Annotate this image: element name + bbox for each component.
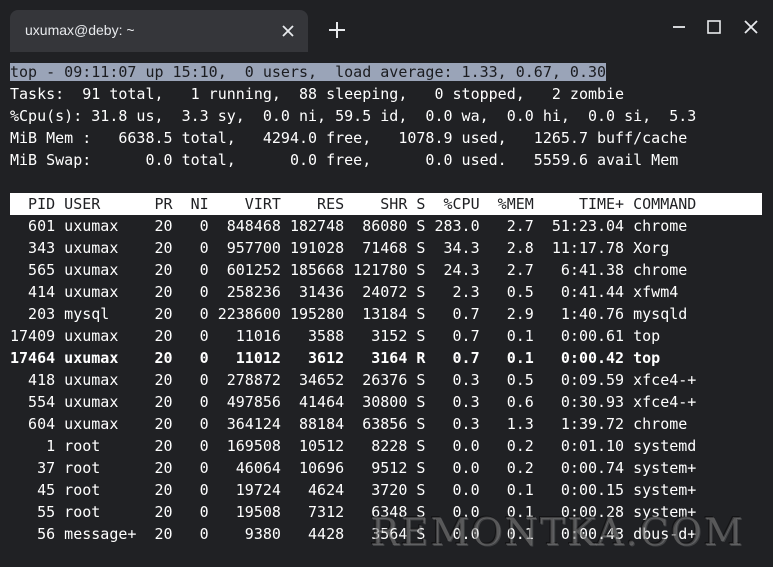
title-bar: uxumax@deby: ~ [0, 0, 773, 52]
table-row: 343 uxumax 20 0 957700 191028 71468 S 34… [10, 239, 670, 257]
table-row-current: 17464 uxumax 20 0 11012 3612 3164 R 0.7 … [10, 349, 661, 367]
summary-mem-line: MiB Mem : 6638.5 total, 4294.0 free, 107… [10, 129, 688, 147]
table-row: 418 uxumax 20 0 278872 34652 26376 S 0.3… [10, 371, 697, 389]
new-tab-button[interactable] [325, 18, 349, 42]
tab-close-icon[interactable] [278, 21, 298, 41]
table-row: 203 mysql 20 0 2238600 195280 13184 S 0.… [10, 305, 688, 323]
summary-swap-line: MiB Swap: 0.0 total, 0.0 free, 0.0 used.… [10, 151, 679, 169]
table-row: 554 uxumax 20 0 497856 41464 30800 S 0.3… [10, 393, 697, 411]
table-row: 56 message+ 20 0 9380 4428 3564 S 0.0 0.… [10, 525, 697, 543]
terminal-area[interactable]: top - 09:11:07 up 15:10, 0 users, load a… [0, 52, 773, 567]
minimize-icon[interactable] [665, 13, 693, 41]
summary-uptime-line: top - 09:11:07 up 15:10, 0 users, load a… [10, 61, 607, 83]
table-row: 17409 uxumax 20 0 11016 3588 3152 S 0.7 … [10, 327, 661, 345]
table-row: 565 uxumax 20 0 601252 185668 121780 S 2… [10, 261, 688, 279]
summary-tasks-line: Tasks: 91 total, 1 running, 88 sleeping,… [10, 85, 625, 103]
terminal-tab[interactable]: uxumax@deby: ~ [10, 10, 308, 52]
table-row: 1 root 20 0 169508 10512 8228 S 0.0 0.2 … [10, 437, 697, 455]
tab-title: uxumax@deby: ~ [25, 22, 135, 38]
table-row: 604 uxumax 20 0 364124 88184 63856 S 0.3… [10, 415, 688, 433]
table-row: 414 uxumax 20 0 258236 31436 24072 S 2.3… [10, 283, 679, 301]
table-row: 55 root 20 0 19508 7312 6348 S 0.0 0.1 0… [10, 503, 697, 521]
maximize-icon[interactable] [700, 13, 728, 41]
close-icon[interactable] [737, 13, 765, 41]
summary-cpu-line: %Cpu(s): 31.8 us, 3.3 sy, 0.0 ni, 59.5 i… [10, 107, 697, 125]
table-row: 601 uxumax 20 0 848468 182748 86080 S 28… [10, 217, 688, 235]
table-header-text: PID USER PR NI VIRT RES SHR S %CPU %MEM … [10, 195, 697, 213]
table-row: 37 root 20 0 46064 10696 9512 S 0.0 0.2 … [10, 459, 697, 477]
selected-text: top - 09:11:07 up 15:10, 0 users, load a… [10, 63, 607, 81]
table-row: 45 root 20 0 19724 4624 3720 S 0.0 0.1 0… [10, 481, 697, 499]
